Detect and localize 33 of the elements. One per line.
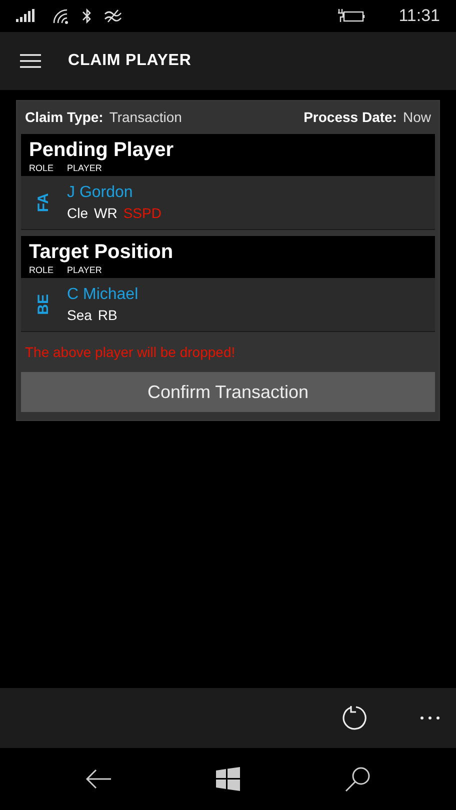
signal-icon <box>16 9 36 23</box>
warning-message: The above player will be dropped! <box>24 343 236 362</box>
column-heading: PLAYER <box>67 162 102 174</box>
team-label: Cle <box>67 204 88 222</box>
player-name[interactable]: J Gordon <box>67 182 162 202</box>
process-date-value: Now <box>402 108 431 127</box>
clock-time: 11:31 <box>398 5 440 28</box>
role-label: BE <box>34 294 53 315</box>
wifi-icon <box>52 8 70 24</box>
column-heading: PLAYER <box>67 264 102 276</box>
page-title: CLAIM PLAYER <box>68 51 192 71</box>
search-icon[interactable] <box>345 766 372 792</box>
column-heading: ROLE <box>29 162 55 174</box>
player-name[interactable]: C Michael <box>67 284 138 304</box>
battery-icon <box>336 9 367 23</box>
column-heading: ROLE <box>29 264 55 276</box>
position-label: WR <box>94 204 118 222</box>
section-title: Pending Player <box>29 138 174 162</box>
claim-type-value: Transaction <box>109 108 182 127</box>
menu-icon[interactable] <box>20 54 41 68</box>
status-label: SSPD <box>123 204 162 222</box>
role-label: FA <box>34 192 53 212</box>
back-icon[interactable] <box>84 769 111 789</box>
wave-icon <box>104 9 122 23</box>
windows-icon[interactable] <box>216 767 240 791</box>
section-title: Target Position <box>29 240 174 264</box>
more-icon[interactable] <box>420 716 440 720</box>
bluetooth-icon <box>82 8 92 24</box>
claim-type-label: Claim Type: <box>25 108 104 127</box>
process-date-label: Process Date: <box>304 108 397 127</box>
position-label: RB <box>98 306 118 324</box>
confirm-button[interactable]: Confirm Transaction <box>21 372 435 412</box>
team-label: Sea <box>67 306 92 324</box>
